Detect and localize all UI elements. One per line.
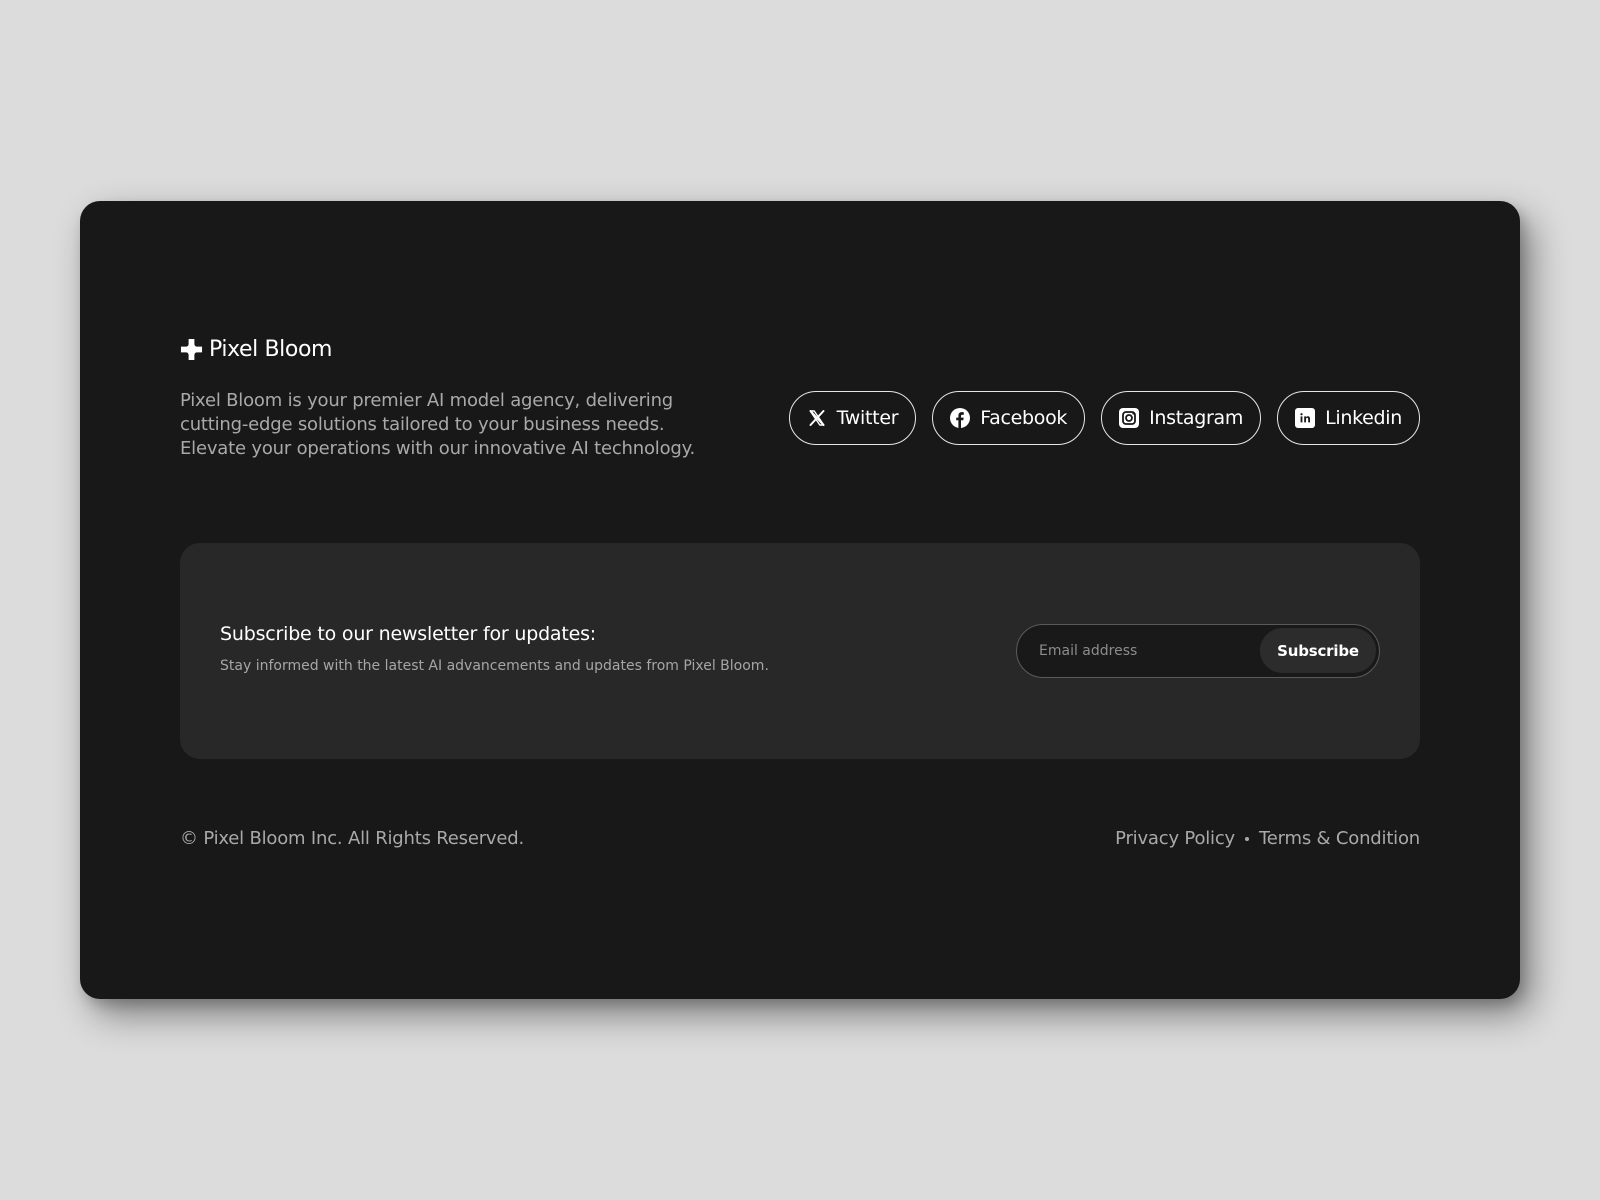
instagram-label: Instagram bbox=[1149, 407, 1244, 429]
newsletter-subtitle: Stay informed with the latest AI advance… bbox=[220, 658, 769, 674]
copyright-text: © Pixel Bloom Inc. All Rights Reserved. bbox=[180, 828, 524, 849]
facebook-icon bbox=[950, 408, 971, 428]
separator-dot bbox=[1245, 836, 1250, 841]
x-icon bbox=[809, 410, 825, 426]
brand-logo[interactable]: Pixel Bloom bbox=[180, 337, 332, 362]
instagram-button[interactable]: Instagram bbox=[1101, 391, 1262, 445]
privacy-policy-link[interactable]: Privacy Policy bbox=[1115, 828, 1235, 849]
social-links: Twitter Facebook Instagram Linkedin bbox=[788, 391, 1420, 445]
brand-description: Pixel Bloom is your premier AI model age… bbox=[180, 390, 696, 459]
newsletter-title: Subscribe to our newsletter for updates: bbox=[220, 623, 597, 645]
linkedin-icon bbox=[1295, 408, 1316, 428]
twitter-label: Twitter bbox=[836, 407, 899, 429]
instagram-icon bbox=[1119, 408, 1140, 428]
linkedin-button[interactable]: Linkedin bbox=[1277, 391, 1420, 445]
terms-condition-link[interactable]: Terms & Condition bbox=[1259, 828, 1420, 849]
site-footer: Pixel Bloom Pixel Bloom is your premier … bbox=[80, 201, 1520, 999]
pixel-bloom-logo-icon bbox=[180, 338, 203, 361]
facebook-button[interactable]: Facebook bbox=[932, 391, 1086, 445]
facebook-label: Facebook bbox=[980, 407, 1068, 429]
newsletter-panel: Subscribe to our newsletter for updates:… bbox=[180, 543, 1420, 759]
email-input[interactable] bbox=[1017, 625, 1255, 676]
twitter-button[interactable]: Twitter bbox=[788, 391, 917, 445]
brand-name: Pixel Bloom bbox=[209, 337, 333, 362]
legal-links: Privacy Policy Terms & Condition bbox=[1115, 828, 1420, 849]
subscribe-form: Subscribe bbox=[1016, 624, 1380, 678]
subscribe-button[interactable]: Subscribe bbox=[1260, 628, 1376, 673]
linkedin-label: Linkedin bbox=[1325, 407, 1402, 429]
